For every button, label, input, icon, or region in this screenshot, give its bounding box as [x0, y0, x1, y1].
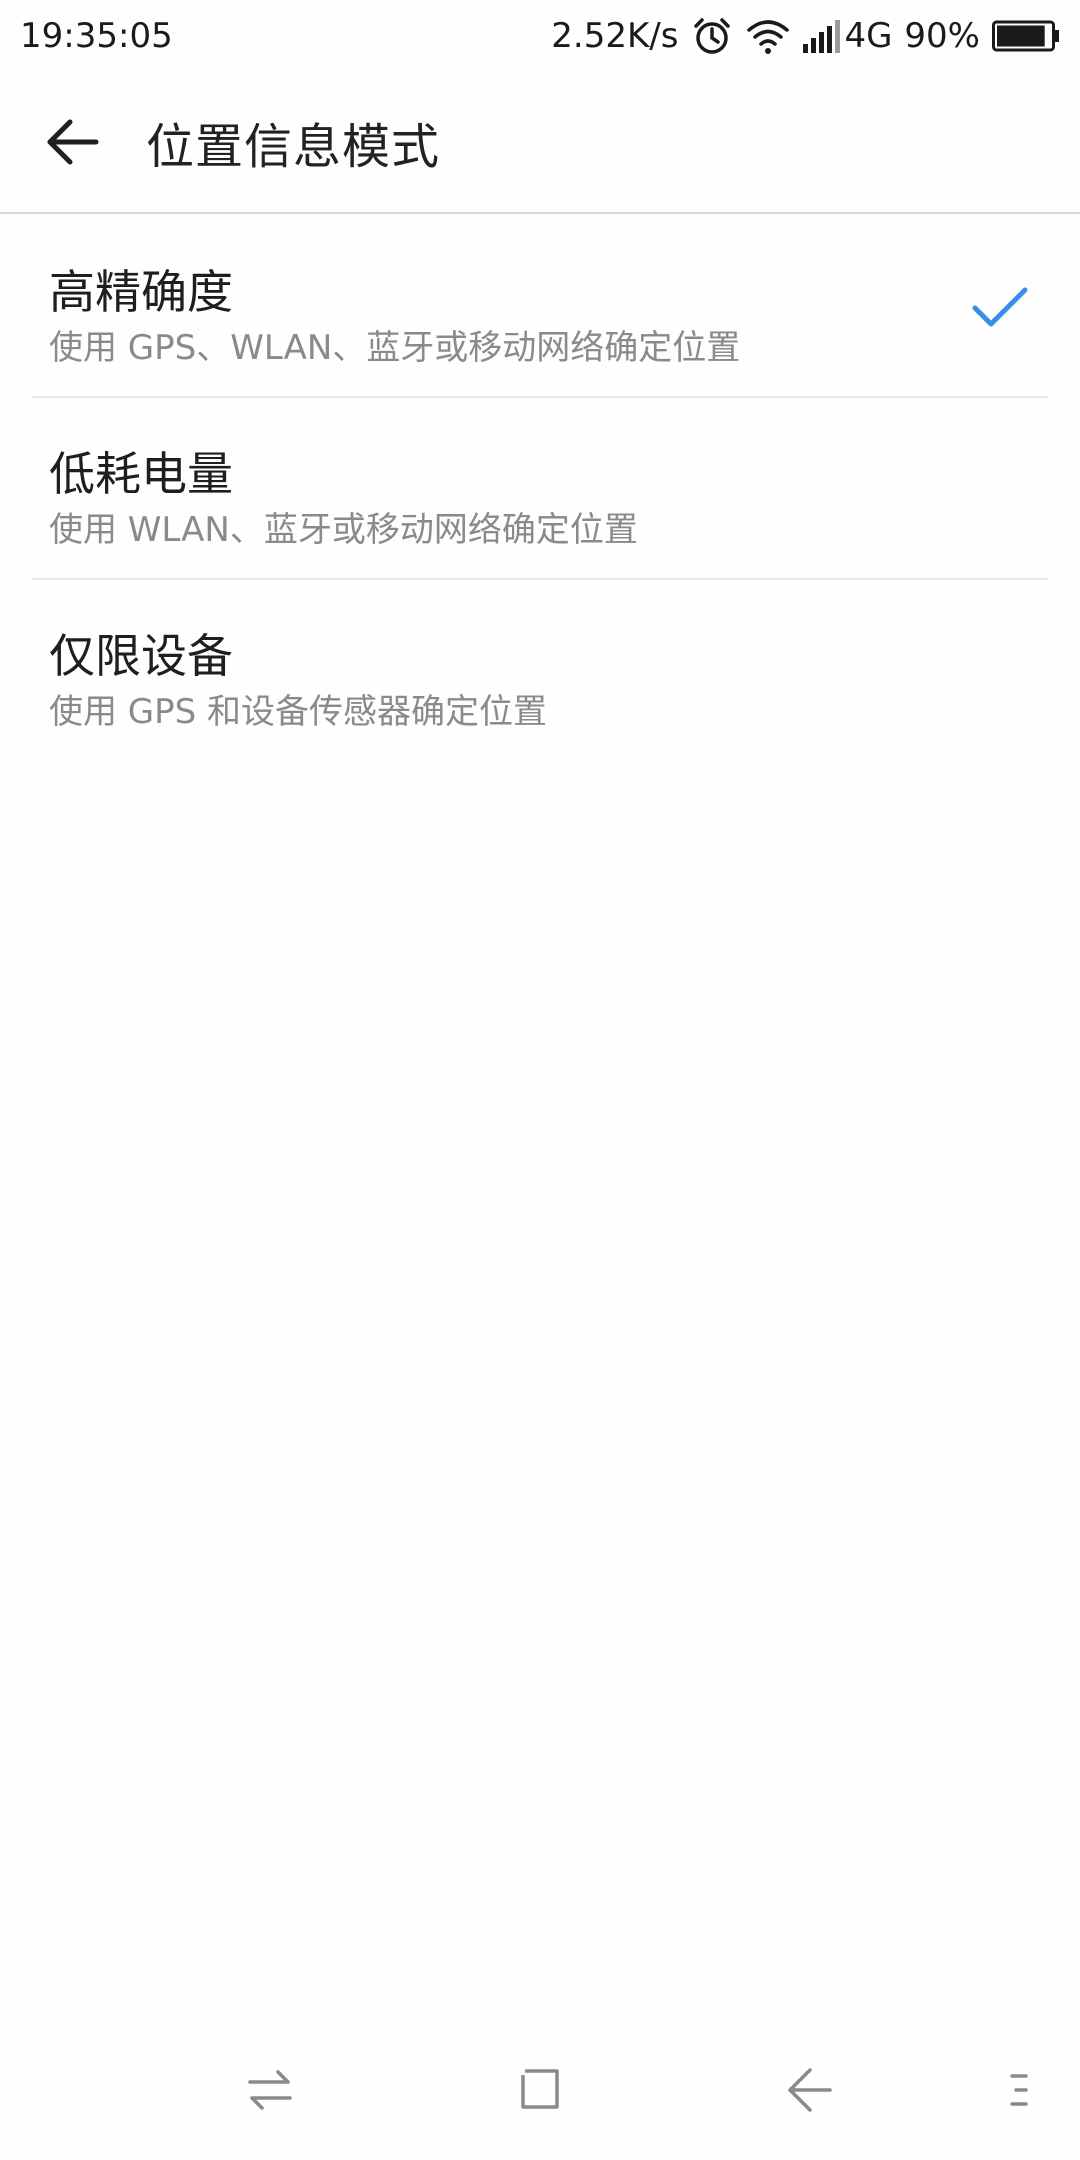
location-mode-list: 高精确度 使用 GPS、WLAN、蓝牙或移动网络确定位置 低耗电量 使用 WLA… [0, 216, 1080, 762]
menu-button[interactable] [990, 2060, 1050, 2120]
mode-subtitle: 使用 GPS 和设备传感器确定位置 [49, 692, 548, 732]
status-bar: 19:35:05 2.52K/s 4G 90% [0, 0, 1080, 72]
back-nav-button[interactable] [780, 2060, 840, 2120]
mode-item-high-accuracy[interactable]: 高精确度 使用 GPS、WLAN、蓝牙或移动网络确定位置 [32, 216, 1048, 398]
menu-dots-icon [1010, 2074, 1028, 2106]
checkmark-icon [972, 287, 1028, 327]
mode-subtitle: 使用 WLAN、蓝牙或移动网络确定位置 [49, 510, 638, 550]
net-speed: 2.52K/s [551, 16, 679, 56]
app-bar: 位置信息模式 [0, 72, 1080, 214]
home-square-icon [521, 2069, 559, 2109]
mode-item-device-only[interactable]: 仅限设备 使用 GPS 和设备传感器确定位置 [32, 580, 1048, 762]
battery-percent: 90% [904, 16, 980, 56]
status-time: 19:35:05 [20, 16, 173, 56]
mode-subtitle: 使用 GPS、WLAN、蓝牙或移动网络确定位置 [49, 328, 741, 368]
back-chevron-icon [788, 2068, 832, 2112]
mode-title: 仅限设备 [49, 629, 233, 683]
mode-title: 低耗电量 [49, 447, 233, 501]
battery-icon [992, 20, 1060, 52]
mode-item-battery-saving[interactable]: 低耗电量 使用 WLAN、蓝牙或移动网络确定位置 [32, 398, 1048, 580]
network-type: 4G [844, 16, 893, 56]
screen: 19:35:05 2.52K/s 4G 90% 位置信息模式 高精确度 使用 G… [0, 0, 1080, 2160]
alarm-icon [690, 14, 734, 58]
page-title: 位置信息模式 [146, 119, 441, 175]
navigation-bar [0, 2040, 1080, 2140]
back-button[interactable] [22, 92, 122, 192]
wifi-icon [746, 16, 790, 56]
signal-icon [802, 18, 842, 54]
arrow-left-icon [47, 119, 99, 165]
home-button[interactable] [510, 2060, 570, 2120]
mode-title: 高精确度 [49, 265, 233, 319]
status-icons: 2.52K/s 4G 90% [551, 14, 1060, 58]
recent-apps-button[interactable] [240, 2060, 300, 2120]
switch-arrows-icon [248, 2070, 292, 2110]
